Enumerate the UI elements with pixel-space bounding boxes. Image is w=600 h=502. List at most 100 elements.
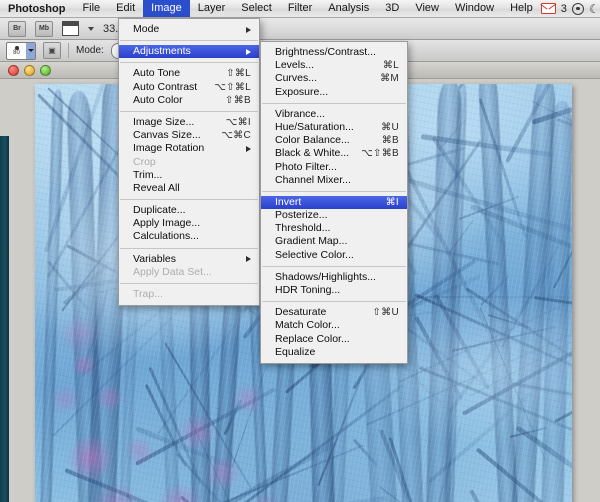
menu-item-apply-image[interactable]: Apply Image... — [119, 217, 259, 230]
menu-item-label: Hue/Saturation... — [275, 120, 354, 133]
menu-item-label: Trap... — [133, 288, 163, 300]
menu-item-calculations[interactable]: Calculations... — [119, 230, 259, 243]
brush-preset-picker[interactable]: 80 — [6, 41, 36, 60]
menu-item-auto-tone[interactable]: Auto Tone ⇧⌘L — [119, 67, 259, 80]
adjustments-submenu[interactable]: Brightness/Contrast... Levels... ⌘L Curves.… — [260, 41, 408, 364]
submenu-arrow-icon — [246, 48, 251, 55]
menu-item-equalize[interactable]: Equalize — [261, 346, 407, 359]
screen-mode-chevron-down-icon[interactable] — [88, 26, 94, 31]
image-menu-dropdown[interactable]: Mode Adjustments Auto Tone ⇧⌘L Auto Contrast… — [118, 18, 260, 307]
menu-separator — [262, 190, 406, 192]
menu-item-invert[interactable]: Invert ⌘I — [261, 195, 407, 210]
screen-root: Photoshop File Edit Image Layer Select Filter… — [0, 0, 600, 502]
menu-item-photo-filter[interactable]: Photo Filter... — [261, 161, 407, 174]
menu-item-shortcut: ⇧⌘B — [225, 94, 251, 106]
menu-item-match-color[interactable]: Match Color... — [261, 319, 407, 332]
menubar-item-select[interactable]: Select — [233, 0, 280, 17]
brush-chevron-down-icon[interactable] — [26, 42, 35, 59]
menubar-item-analysis[interactable]: Analysis — [320, 0, 377, 17]
menubar-item-edit[interactable]: Edit — [108, 0, 143, 17]
menu-item-label: Reveal All — [133, 181, 180, 194]
crescent-moon-icon[interactable]: ☾ — [589, 3, 600, 15]
menu-item-shortcut: ⌥⌘I — [225, 116, 251, 128]
menubar-app-name[interactable]: Photoshop — [0, 0, 74, 18]
menubar-item-file[interactable]: File — [74, 0, 108, 17]
menu-item-shortcut: ⌘B — [381, 135, 399, 147]
menu-item-shadows-highlights[interactable]: Shadows/Highlights... — [261, 271, 407, 284]
menu-item-channel-mixer[interactable]: Channel Mixer... — [261, 174, 407, 187]
submenu-arrow-icon — [246, 256, 251, 263]
menu-item-label: Posterize... — [275, 209, 328, 222]
menu-item-label: Exposure... — [275, 85, 329, 98]
menu-item-label: Curves... — [275, 72, 318, 85]
mini-bridge-button[interactable]: Mb — [35, 20, 53, 37]
menu-item-label: Threshold... — [275, 222, 331, 235]
menu-item-label: Equalize — [275, 345, 316, 358]
menu-item-label: Black & White... — [275, 147, 350, 160]
menu-item-reveal-all[interactable]: Reveal All — [119, 182, 259, 195]
gmail-icon[interactable] — [540, 3, 556, 14]
screen-mode-icon[interactable] — [62, 21, 79, 36]
menu-separator — [262, 102, 406, 104]
menu-item-shortcut: ⌥⇧⌘L — [214, 81, 251, 93]
menubar-item-view[interactable]: View — [407, 0, 447, 17]
menu-item-threshold[interactable]: Threshold... — [261, 222, 407, 235]
menu-item-label: Apply Data Set... — [133, 265, 212, 278]
menu-item-label: Color Balance... — [275, 134, 350, 147]
menu-item-canvas-size[interactable]: Canvas Size... ⌥⌘C — [119, 129, 259, 142]
menu-item-label: Channel Mixer... — [275, 173, 351, 186]
menu-item-black-white[interactable]: Black & White... ⌥⇧⌘B — [261, 147, 407, 160]
menu-item-curves[interactable]: Curves... ⌘M — [261, 72, 407, 85]
menu-item-exposure[interactable]: Exposure... — [261, 86, 407, 99]
menu-item-posterize[interactable]: Posterize... — [261, 209, 407, 222]
menu-item-selective-color[interactable]: Selective Color... — [261, 249, 407, 262]
zoom-window-button[interactable] — [40, 64, 51, 76]
menu-item-auto-contrast[interactable]: Auto Contrast ⌥⇧⌘L — [119, 81, 259, 94]
menu-item-trim[interactable]: Trim... — [119, 169, 259, 182]
menu-item-shortcut: ⌘M — [380, 73, 399, 85]
menu-item-vibrance[interactable]: Vibrance... — [261, 108, 407, 121]
menu-item-adjustments[interactable]: Adjustments — [119, 45, 259, 59]
menu-item-gradient-map[interactable]: Gradient Map... — [261, 235, 407, 248]
blend-mode-label: Mode: — [76, 45, 104, 56]
menubar-item-3d[interactable]: 3D — [377, 0, 407, 17]
menu-item-variables[interactable]: Variables — [119, 253, 259, 266]
menu-item-label: Shadows/Highlights... — [275, 270, 376, 283]
menubar-item-image[interactable]: Image — [143, 0, 190, 17]
menu-item-image-rotation[interactable]: Image Rotation — [119, 142, 259, 155]
menu-item-label: Photo Filter... — [275, 160, 337, 173]
menubar-item-help[interactable]: Help — [502, 0, 541, 17]
menu-item-label: Vibrance... — [275, 107, 326, 120]
menu-item-color-balance[interactable]: Color Balance... ⌘B — [261, 134, 407, 147]
menu-item-label: Levels... — [275, 59, 315, 72]
photoshop-application-bar: Br Mb 33.3% — [0, 18, 600, 40]
menu-separator — [120, 110, 258, 112]
menu-item-label: Canvas Size... — [133, 129, 201, 142]
menu-item-label: Duplicate... — [133, 204, 186, 217]
left-gutter — [9, 136, 26, 502]
menu-item-label: Variables — [133, 252, 176, 265]
target-icon[interactable] — [571, 2, 584, 15]
menu-separator — [120, 40, 258, 42]
menu-separator — [262, 301, 406, 303]
menu-item-label: Gradient Map... — [275, 235, 348, 248]
menu-item-auto-color[interactable]: Auto Color ⇧⌘B — [119, 94, 259, 107]
menu-item-desaturate[interactable]: Desaturate ⇧⌘U — [261, 306, 407, 319]
menu-item-shortcut: ⇧⌘L — [226, 68, 251, 80]
menu-item-label: Image Size... — [133, 115, 195, 128]
menu-item-hue-saturation[interactable]: Hue/Saturation... ⌘U — [261, 121, 407, 134]
menu-item-mode[interactable]: Mode — [119, 23, 259, 36]
menu-item-hdr-toning[interactable]: HDR Toning... — [261, 284, 407, 297]
menu-item-levels[interactable]: Levels... ⌘L — [261, 59, 407, 72]
bridge-button[interactable]: Br — [8, 20, 26, 37]
tablet-pressure-icon[interactable]: ▣ — [43, 42, 61, 59]
close-window-button[interactable] — [8, 64, 19, 76]
menubar-item-window[interactable]: Window — [447, 0, 502, 17]
menubar-item-filter[interactable]: Filter — [280, 0, 320, 17]
menu-item-replace-color[interactable]: Replace Color... — [261, 333, 407, 346]
minimize-window-button[interactable] — [24, 64, 35, 76]
menu-item-duplicate[interactable]: Duplicate... — [119, 204, 259, 217]
menu-item-image-size[interactable]: Image Size... ⌥⌘I — [119, 116, 259, 129]
menu-item-brightness-contrast[interactable]: Brightness/Contrast... — [261, 46, 407, 59]
menubar-item-layer[interactable]: Layer — [190, 0, 234, 17]
